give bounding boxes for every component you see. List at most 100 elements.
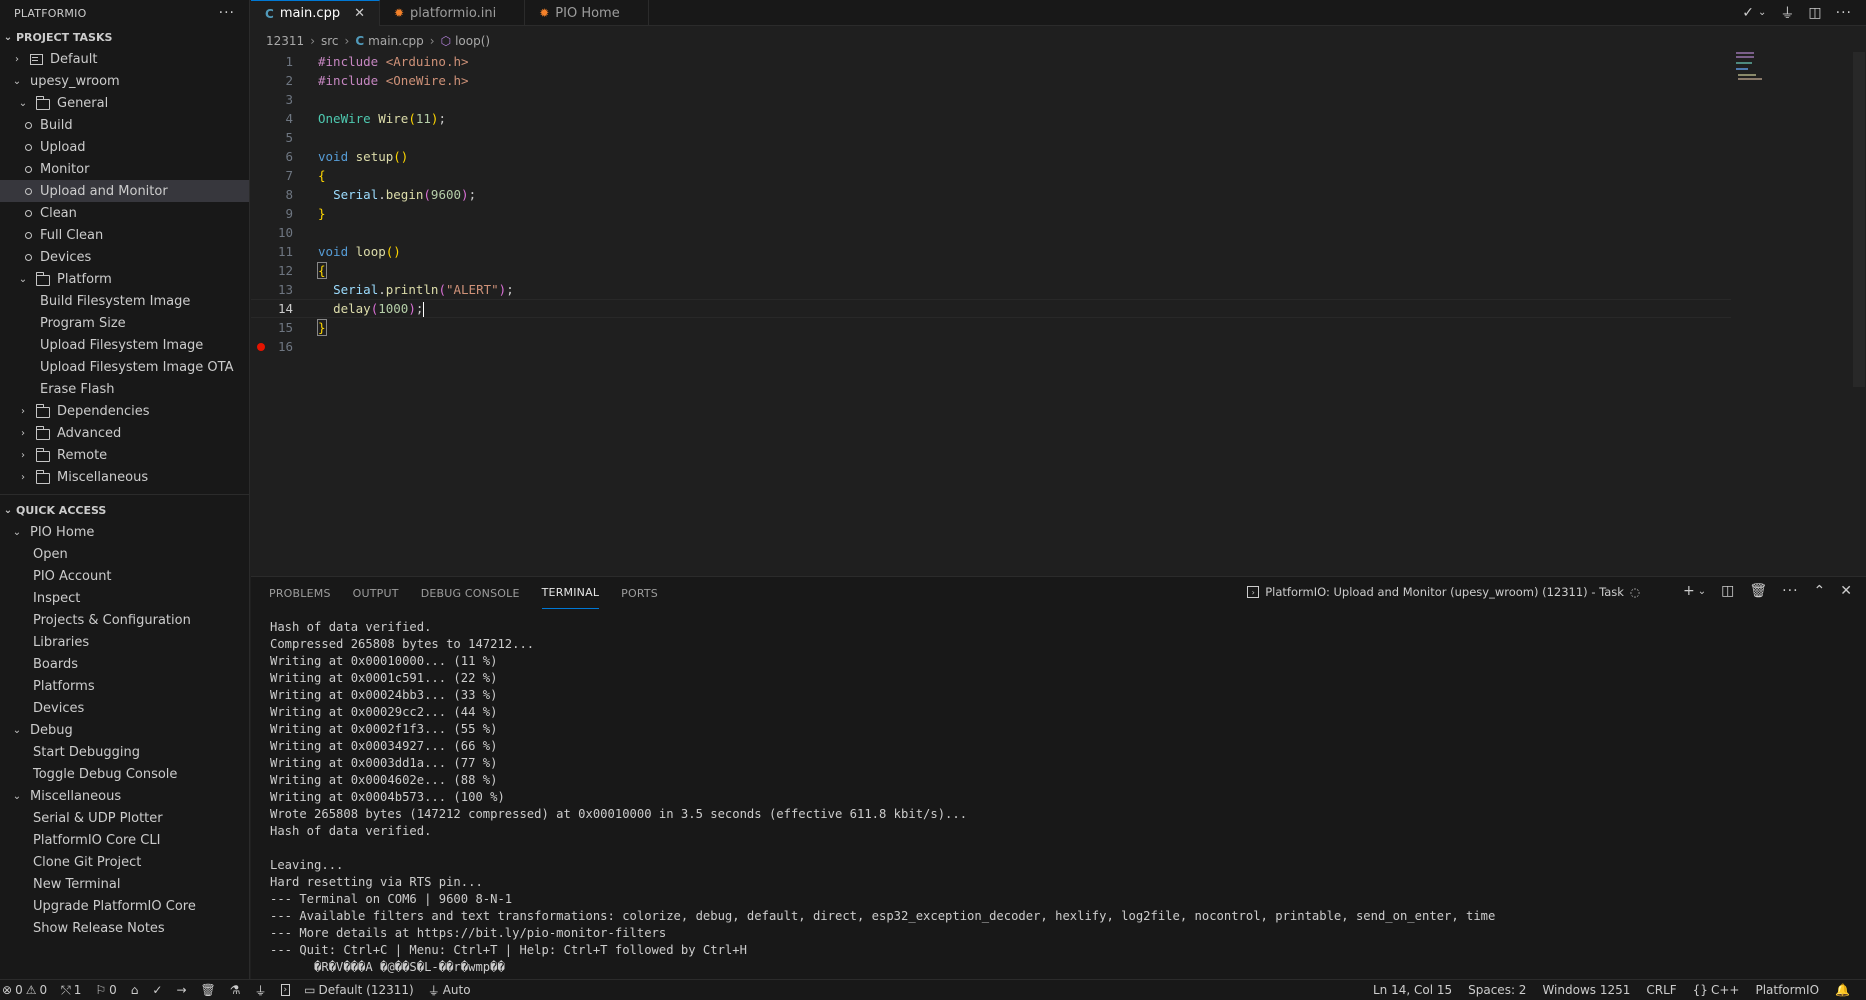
tree-item-miscellaneous[interactable]: › Miscellaneous	[0, 466, 249, 488]
pio-clean-button[interactable]: 🗑	[201, 983, 216, 997]
pio-upload-button[interactable]: →	[176, 983, 186, 997]
plug-icon[interactable]: ⏚	[1780, 3, 1794, 23]
tree-item-monitor[interactable]: Monitor	[0, 158, 249, 180]
code-line[interactable]: 10	[251, 223, 1731, 242]
tree-item-upload-filesystem-image[interactable]: Upload Filesystem Image	[0, 334, 249, 356]
tree-item-start-debugging[interactable]: Start Debugging	[0, 741, 249, 763]
tree-item-build[interactable]: Build	[0, 114, 249, 136]
split-editor-icon[interactable]: ◫	[1808, 5, 1821, 21]
indentation[interactable]: Spaces: 2	[1468, 983, 1526, 997]
close-panel-icon[interactable]: ✕	[1840, 583, 1852, 599]
breadcrumb-folder[interactable]: 12311	[266, 34, 304, 48]
tree-item-upload[interactable]: Upload	[0, 136, 249, 158]
tree-item-show-release-notes[interactable]: Show Release Notes	[0, 917, 249, 939]
code-line[interactable]: 11 void loop()	[251, 242, 1731, 261]
more-actions-icon[interactable]: ···	[1782, 583, 1798, 599]
code-line[interactable]: 14 delay(1000);	[251, 299, 1731, 318]
code-line[interactable]: 1 #include <Arduino.h>	[251, 52, 1731, 71]
code-line[interactable]: 7{	[251, 166, 1731, 185]
tab-main-cpp[interactable]: Cmain.cpp ✕	[251, 0, 380, 26]
tree-item-clone-git-project[interactable]: Clone Git Project	[0, 851, 249, 873]
pio-home-button[interactable]: ⌂	[131, 983, 139, 997]
tree-item-projects-configuration[interactable]: Projects & Configuration	[0, 609, 249, 631]
chevron-down-icon[interactable]: ⌄	[1698, 586, 1706, 597]
close-icon[interactable]: ✕	[354, 6, 365, 21]
breakpoint-icon[interactable]	[257, 342, 265, 351]
tree-item-inspect[interactable]: Inspect	[0, 587, 249, 609]
tab-platformio-ini[interactable]: ✹ platformio.ini	[380, 0, 526, 26]
tree-item-miscellaneous[interactable]: ⌄ Miscellaneous	[0, 785, 249, 807]
minimap[interactable]	[1736, 52, 1776, 82]
tree-item-platformio-core-cli[interactable]: PlatformIO Core CLI	[0, 829, 249, 851]
code-line[interactable]: 16	[251, 337, 1731, 356]
tree-item-upload-filesystem-image-ota[interactable]: Upload Filesystem Image OTA	[0, 356, 249, 378]
encoding[interactable]: Windows 1251	[1542, 983, 1630, 997]
tree-item-toggle-debug-console[interactable]: Toggle Debug Console	[0, 763, 249, 785]
ports-status[interactable]: ⤲ 1	[61, 983, 81, 998]
env-switcher[interactable]: ▭ Default (12311)	[304, 983, 414, 997]
tree-item-upgrade-platformio-core[interactable]: Upgrade PlatformIO Core	[0, 895, 249, 917]
more-actions-icon[interactable]: ···	[1836, 5, 1852, 21]
tree-item-pio-account[interactable]: PIO Account	[0, 565, 249, 587]
split-terminal-icon[interactable]: ◫	[1721, 583, 1734, 599]
tree-item-full-clean[interactable]: Full Clean	[0, 224, 249, 246]
pio-terminal-button[interactable]: ›	[280, 984, 291, 996]
tree-item-remote[interactable]: › Remote	[0, 444, 249, 466]
tree-item-devices[interactable]: Devices	[0, 246, 249, 268]
tree-item-new-terminal[interactable]: New Terminal	[0, 873, 249, 895]
problems-status[interactable]: ⊗ 0 ⚠ 0	[2, 983, 47, 997]
port-auto[interactable]: ⏚ Auto	[428, 982, 471, 999]
panel-tab-output[interactable]: OUTPUT	[353, 577, 399, 609]
code-line[interactable]: 15}	[251, 318, 1731, 337]
tree-item-build-filesystem-image[interactable]: Build Filesystem Image	[0, 290, 249, 312]
breadcrumb-symbol[interactable]: loop()	[455, 34, 490, 48]
tree-item-serial-udp-plotter[interactable]: Serial & UDP Plotter	[0, 807, 249, 829]
tree-item-general[interactable]: ⌄ General	[0, 92, 249, 114]
code-line[interactable]: 5	[251, 128, 1731, 147]
chevron-down-icon[interactable]: ⌄	[1758, 7, 1766, 18]
tree-item-dependencies[interactable]: › Dependencies	[0, 400, 249, 422]
tree-item-advanced[interactable]: › Advanced	[0, 422, 249, 444]
tree-item-debug[interactable]: ⌄ Debug	[0, 719, 249, 741]
terminal-task-selector[interactable]: › PlatformIO: Upload and Monitor (upesy_…	[1247, 585, 1640, 599]
editor-scrollbar[interactable]	[1853, 52, 1865, 387]
code-line[interactable]: 8 Serial.begin(9600);	[251, 185, 1731, 204]
platform-label[interactable]: PlatformIO	[1755, 983, 1819, 997]
info-status[interactable]: ⚐ 0	[95, 983, 116, 997]
tree-item-boards[interactable]: Boards	[0, 653, 249, 675]
notifications-button[interactable]: 🔔	[1835, 983, 1850, 997]
pio-monitor-button[interactable]: ⏚	[255, 982, 267, 999]
more-actions-icon[interactable]: ···	[219, 5, 235, 21]
code-line[interactable]: 4 OneWire Wire(11);	[251, 109, 1731, 128]
tree-item-default[interactable]: › Default	[0, 48, 249, 70]
code-line[interactable]: 6 void setup()	[251, 147, 1731, 166]
tree-item-libraries[interactable]: Libraries	[0, 631, 249, 653]
quick-access-header[interactable]: ⌄ QUICK ACCESS	[0, 499, 249, 521]
tree-item-program-size[interactable]: Program Size	[0, 312, 249, 334]
pio-test-button[interactable]: ⚗	[230, 983, 241, 997]
terminal-output[interactable]: Hash of data verified. Compressed 265808 …	[270, 619, 1495, 976]
tree-item-platform[interactable]: ⌄ Platform	[0, 268, 249, 290]
code-line[interactable]: 12 {	[251, 261, 1731, 280]
tree-item-pio-home[interactable]: ⌄ PIO Home	[0, 521, 249, 543]
tab-pio-home[interactable]: ✹ PIO Home	[525, 0, 649, 26]
code-line[interactable]: 9}	[251, 204, 1731, 223]
cursor-position[interactable]: Ln 14, Col 15	[1373, 983, 1452, 997]
tree-item-erase-flash[interactable]: Erase Flash	[0, 378, 249, 400]
eol[interactable]: CRLF	[1646, 983, 1676, 997]
breadcrumb-src[interactable]: src	[321, 34, 339, 48]
code-line[interactable]: 3	[251, 90, 1731, 109]
tree-item-devices[interactable]: Devices	[0, 697, 249, 719]
project-tasks-header[interactable]: ⌄ PROJECT TASKS	[0, 26, 249, 48]
language-mode[interactable]: {} C++	[1693, 983, 1740, 997]
code-line[interactable]: 2 #include <OneWire.h>	[251, 71, 1731, 90]
tree-item-open[interactable]: Open	[0, 543, 249, 565]
code-line[interactable]: 13 Serial.println("ALERT");	[251, 280, 1731, 299]
check-icon[interactable]: ✓	[1742, 5, 1754, 21]
tree-item-upesy-wroom[interactable]: ⌄ upesy_wroom	[0, 70, 249, 92]
tree-item-clean[interactable]: Clean	[0, 202, 249, 224]
panel-tab-debug-console[interactable]: DEBUG CONSOLE	[421, 577, 520, 609]
tree-item-upload-and-monitor[interactable]: Upload and Monitor	[0, 180, 249, 202]
panel-tab-ports[interactable]: PORTS	[621, 577, 658, 609]
panel-tab-problems[interactable]: PROBLEMS	[269, 577, 331, 609]
